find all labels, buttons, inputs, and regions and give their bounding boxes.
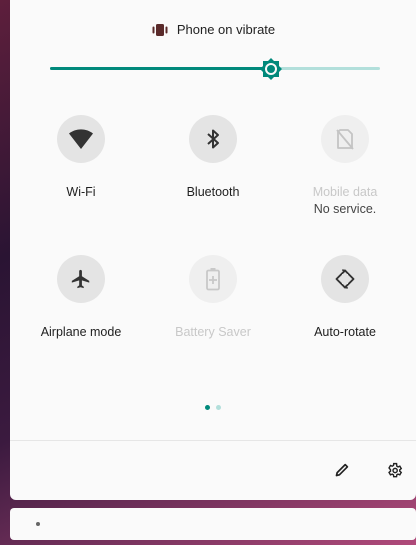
page-indicator (10, 405, 416, 410)
wifi-icon (69, 129, 93, 149)
notification-shelf[interactable] (10, 508, 416, 540)
tile-mobile-data[interactable]: Mobile data No service. (274, 115, 416, 255)
page-dot-active[interactable] (205, 405, 210, 410)
edit-button[interactable] (328, 456, 356, 484)
quick-tiles-row: Wi-Fi Bluetooth Mobile data No service. (10, 115, 416, 255)
airplane-icon (71, 269, 90, 289)
quick-settings-panel: Phone on vibrate Wi-Fi Bluetooth Mobile … (10, 0, 416, 500)
tile-wifi[interactable]: Wi-Fi (10, 115, 152, 255)
tile-battery-saver-button[interactable] (189, 255, 237, 303)
tile-battery-saver-label: Battery Saver (175, 325, 251, 339)
bluetooth-icon (207, 129, 219, 149)
settings-button[interactable] (380, 456, 408, 484)
auto-rotate-icon (335, 269, 355, 289)
tile-bluetooth[interactable]: Bluetooth (152, 115, 274, 255)
tile-airplane-mode[interactable]: Airplane mode (10, 255, 152, 395)
vibrate-icon (152, 23, 168, 36)
tile-wifi-button[interactable] (57, 115, 105, 163)
divider (10, 440, 416, 441)
edit-icon (335, 463, 349, 477)
battery-saver-icon (206, 268, 220, 291)
tile-auto-rotate[interactable]: Auto-rotate (274, 255, 416, 395)
brightness-icon[interactable] (259, 57, 283, 81)
quick-tiles-row: Airplane mode Battery Saver Auto-rotate (10, 255, 416, 395)
tile-wifi-label: Wi-Fi (66, 185, 96, 199)
tile-airplane-mode-label: Airplane mode (40, 325, 122, 339)
tile-mobile-data-button[interactable] (321, 115, 369, 163)
footer-actions (10, 456, 416, 484)
tile-battery-saver[interactable]: Battery Saver (152, 255, 274, 395)
brightness-slider[interactable] (50, 58, 380, 80)
ringer-status-label: Phone on vibrate (176, 22, 276, 37)
tile-mobile-data-label: Mobile data (312, 185, 378, 199)
ringer-status[interactable]: Phone on vibrate (10, 22, 416, 37)
brightness-track-fill (50, 67, 272, 70)
tile-airplane-mode-button[interactable] (57, 255, 105, 303)
quick-tiles-grid: Wi-Fi Bluetooth Mobile data No service. … (10, 115, 416, 395)
tile-auto-rotate-label: Auto-rotate (314, 325, 376, 339)
page-dot[interactable] (216, 405, 221, 410)
mobile-data-icon (336, 129, 354, 150)
settings-icon (387, 462, 402, 477)
tile-bluetooth-button[interactable] (189, 115, 237, 163)
tile-mobile-data-status: No service. (313, 202, 377, 216)
tile-auto-rotate-button[interactable] (321, 255, 369, 303)
notification-dot (36, 522, 40, 526)
tile-bluetooth-label: Bluetooth (186, 185, 240, 199)
